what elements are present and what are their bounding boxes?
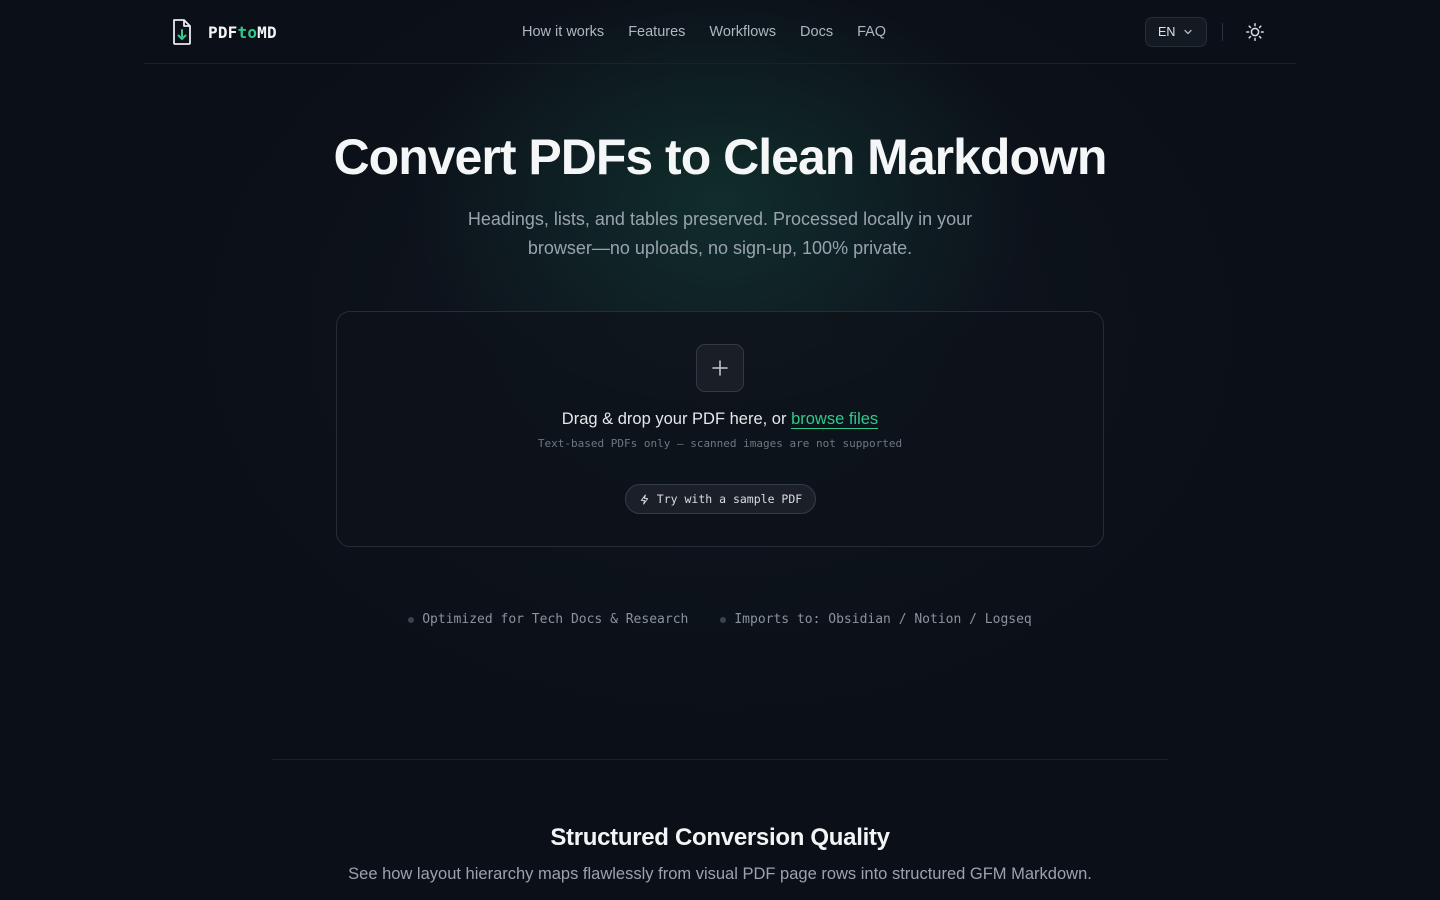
pdf-dropzone[interactable]: Drag & drop your PDF here, or browse fil… xyxy=(336,311,1104,547)
feature-tags: Optimized for Tech Docs & Research Impor… xyxy=(0,612,1440,627)
add-file-button[interactable] xyxy=(696,344,744,392)
tag-imports: Imports to: Obsidian / Notion / Logseq xyxy=(720,612,1032,627)
header-divider xyxy=(1222,23,1223,41)
main-nav: How it works Features Workflows Docs FAQ xyxy=(522,22,886,42)
nav-docs[interactable]: Docs xyxy=(800,22,833,42)
hero-subtitle: Headings, lists, and tables preserved. P… xyxy=(467,209,973,258)
nav-faq[interactable]: FAQ xyxy=(857,22,886,42)
hero-title: Convert PDFs to Clean Markdown xyxy=(333,129,1108,185)
bullet-dot xyxy=(720,616,727,623)
section-divider xyxy=(272,759,1168,760)
file-download-icon xyxy=(173,19,191,45)
nav-features[interactable]: Features xyxy=(628,22,685,42)
logo[interactable]: PDFtoMD xyxy=(170,18,277,46)
language-selector[interactable]: EN xyxy=(1145,17,1207,47)
plus-icon xyxy=(712,360,728,376)
nav-workflows[interactable]: Workflows xyxy=(709,22,776,42)
tag-optimized: Optimized for Tech Docs & Research xyxy=(408,612,688,627)
section-subtitle: See how layout hierarchy maps flawlessly… xyxy=(348,865,1092,883)
sun-icon[interactable] xyxy=(1245,22,1265,42)
browse-files-link[interactable]: browse files xyxy=(791,410,879,429)
chevron-down-icon xyxy=(1184,29,1193,35)
dropzone-instruction: Drag & drop your PDF here, or browse fil… xyxy=(561,410,879,429)
dropzone-hint: Text-based PDFs only — scanned images ar… xyxy=(537,437,903,450)
nav-how-it-works[interactable]: How it works xyxy=(522,22,604,42)
logo-text: PDFtoMD xyxy=(208,22,277,42)
section-title: Structured Conversion Quality xyxy=(550,824,890,851)
bullet-dot xyxy=(408,616,415,623)
try-sample-label: Try with a sample PDF xyxy=(656,492,803,506)
top-navbar: PDFtoMD How it works Features Workflows … xyxy=(144,0,1296,64)
language-label: EN xyxy=(1158,25,1176,39)
sparkle-icon xyxy=(640,493,648,505)
try-sample-button[interactable]: Try with a sample PDF xyxy=(625,484,816,514)
